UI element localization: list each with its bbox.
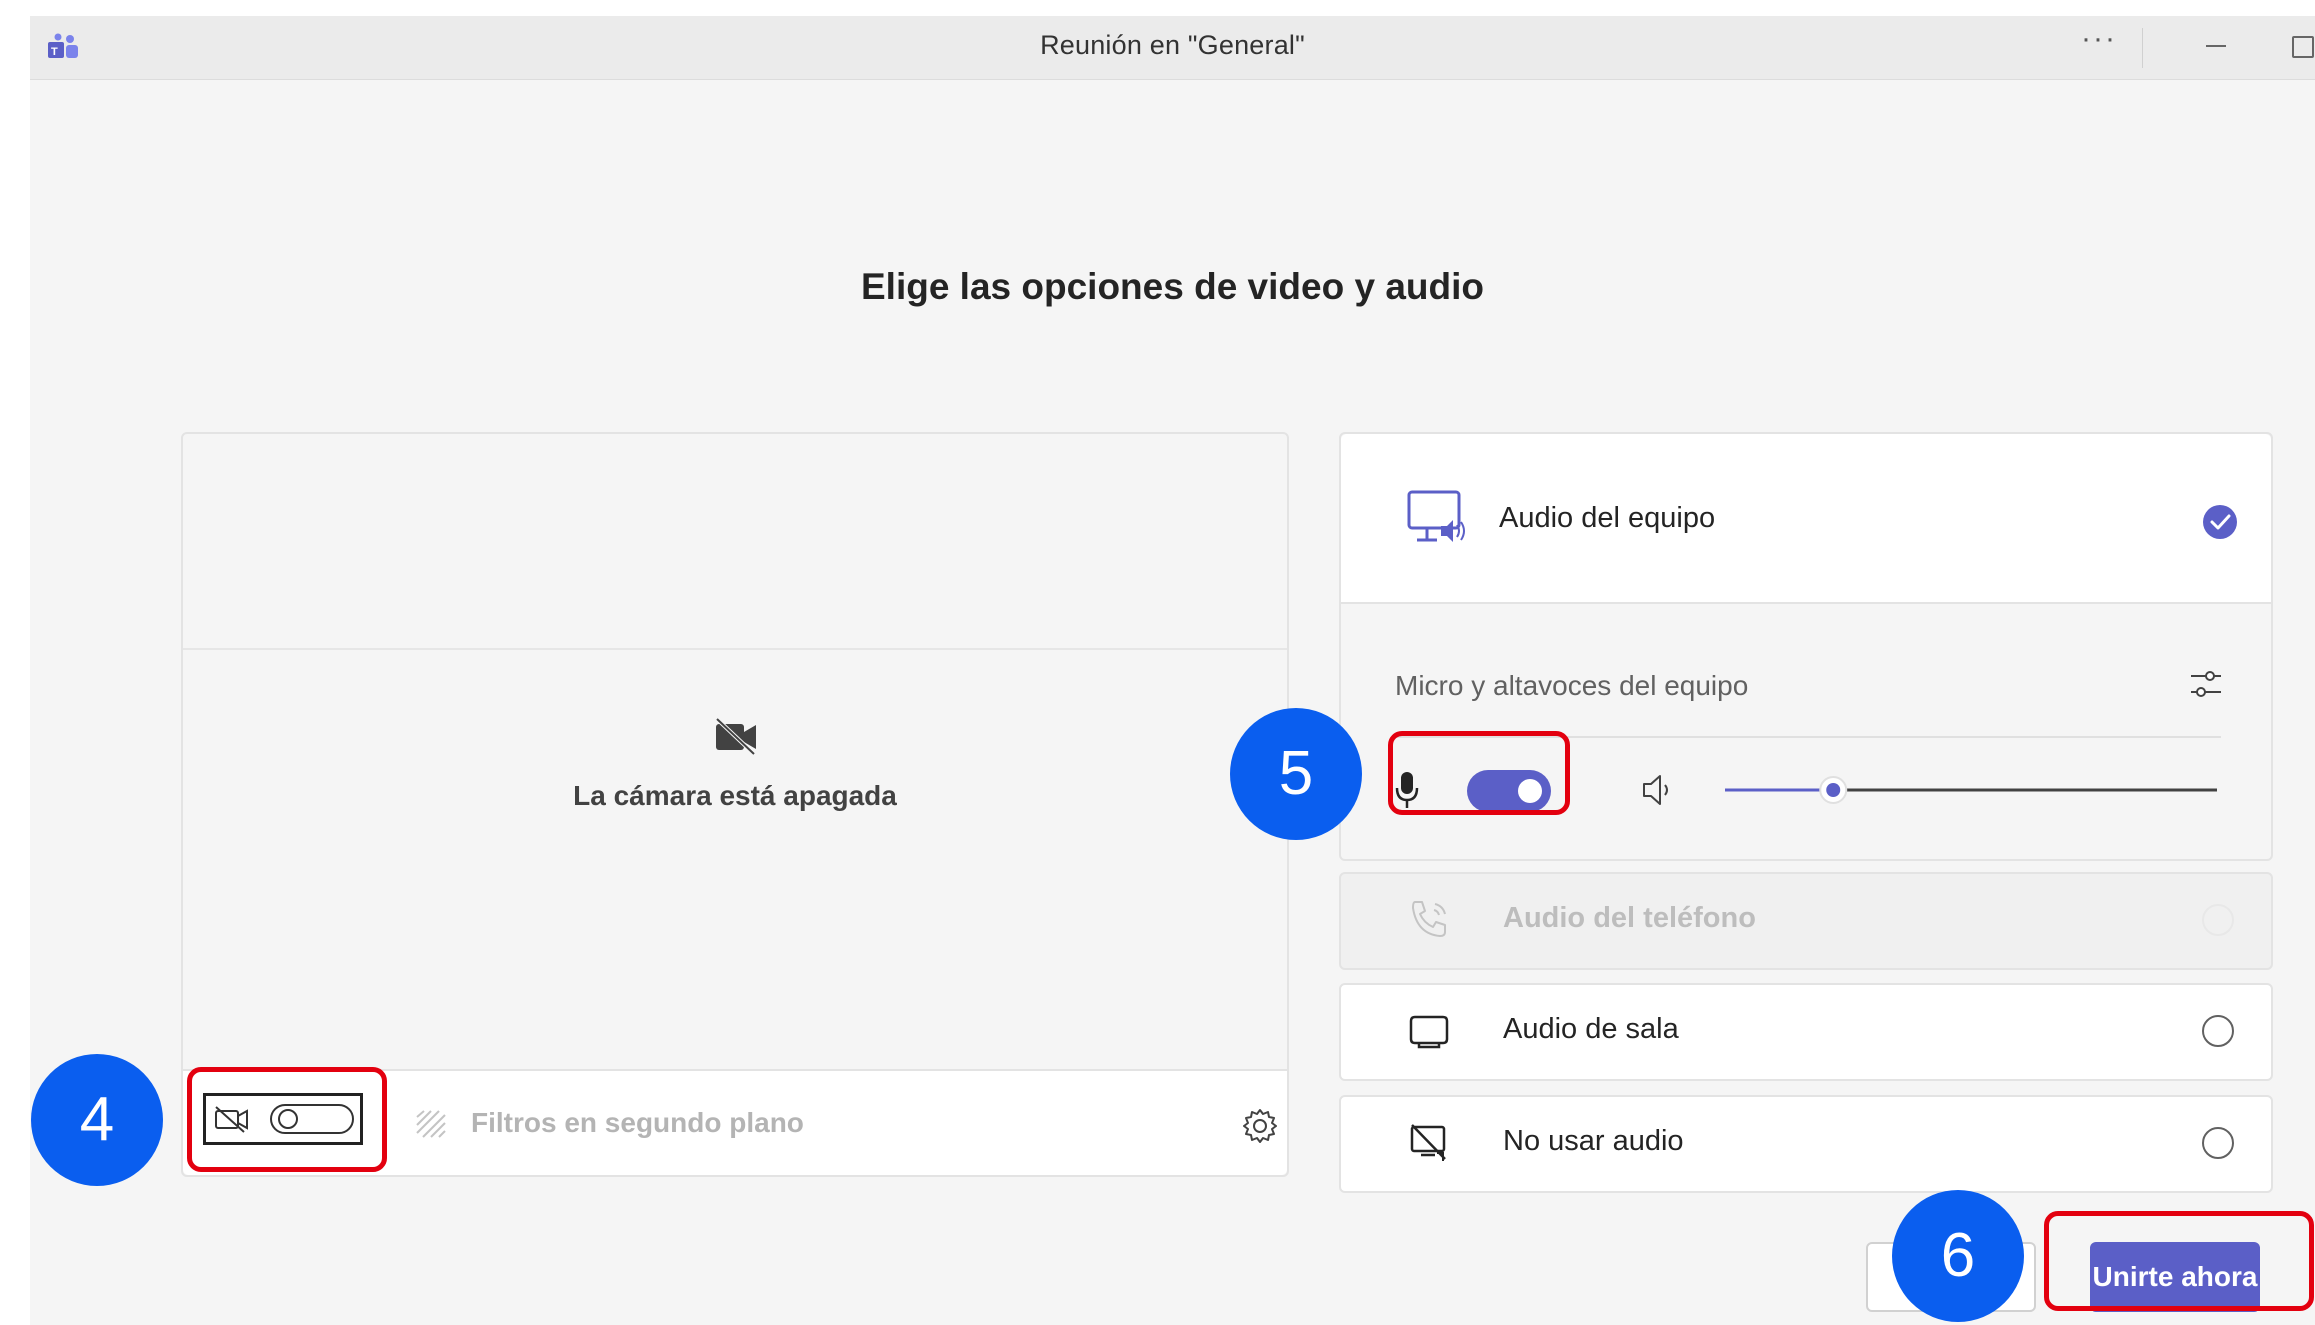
video-preview-panel: La cámara está apagada Filtros en segund… bbox=[181, 432, 1289, 1177]
background-filters-icon bbox=[416, 1110, 446, 1138]
background-filters-label[interactable]: Filtros en segundo plano bbox=[471, 1107, 804, 1139]
maximize-button[interactable] bbox=[2292, 36, 2314, 58]
camera-off-icon bbox=[715, 717, 756, 756]
no-audio-label: No usar audio bbox=[1503, 1125, 1684, 1157]
computer-audio-option[interactable]: Audio del equipo bbox=[1341, 434, 2271, 604]
no-audio-option[interactable]: No usar audio bbox=[1339, 1095, 2273, 1193]
title-bar: T Reunión en "General" ··· bbox=[30, 16, 2315, 80]
computer-audio-label: Audio del equipo bbox=[1499, 502, 1716, 534]
room-audio-icon bbox=[1409, 1015, 1449, 1049]
join-button-highlight bbox=[2044, 1211, 2314, 1311]
camera-off-message: La cámara está apagada bbox=[573, 780, 897, 811]
camera-toggle-highlight bbox=[187, 1067, 387, 1172]
camera-preview-area bbox=[183, 434, 1287, 650]
phone-audio-option: Audio del teléfono bbox=[1339, 872, 2273, 970]
more-options-button[interactable]: ··· bbox=[2081, 22, 2117, 56]
device-settings-icon[interactable] bbox=[2188, 666, 2224, 702]
selected-check-icon bbox=[2203, 505, 2237, 539]
callout-badge-join: 6 bbox=[1892, 1190, 2024, 1322]
phone-audio-label: Audio del teléfono bbox=[1503, 902, 1756, 934]
volume-slider[interactable] bbox=[1721, 774, 2221, 806]
no-audio-radio[interactable] bbox=[2202, 1127, 2234, 1159]
minimize-button[interactable] bbox=[2206, 45, 2226, 47]
titlebar-divider bbox=[2142, 28, 2143, 68]
devices-label: Micro y altavoces del equipo bbox=[1395, 670, 1749, 701]
callout-badge-camera: 4 bbox=[31, 1054, 163, 1186]
room-audio-radio[interactable] bbox=[2202, 1015, 2234, 1047]
microphone-toggle-highlight bbox=[1388, 731, 1570, 815]
room-audio-label: Audio de sala bbox=[1503, 1013, 1679, 1045]
phone-audio-radio bbox=[2202, 904, 2234, 936]
page-heading: Elige las opciones de video y audio bbox=[860, 266, 1484, 307]
computer-speaker-icon bbox=[1407, 490, 1465, 542]
gear-icon[interactable] bbox=[1241, 1107, 1279, 1145]
room-audio-option[interactable]: Audio de sala bbox=[1339, 983, 2273, 1081]
callout-badge-mic: 5 bbox=[1230, 708, 1362, 840]
phone-icon bbox=[1412, 901, 1446, 937]
speaker-icon bbox=[1643, 775, 1668, 805]
volume-thumb-dot bbox=[1826, 783, 1841, 797]
window-title: Reunión en "General" bbox=[1040, 30, 1305, 60]
no-audio-icon bbox=[1410, 1124, 1446, 1161]
